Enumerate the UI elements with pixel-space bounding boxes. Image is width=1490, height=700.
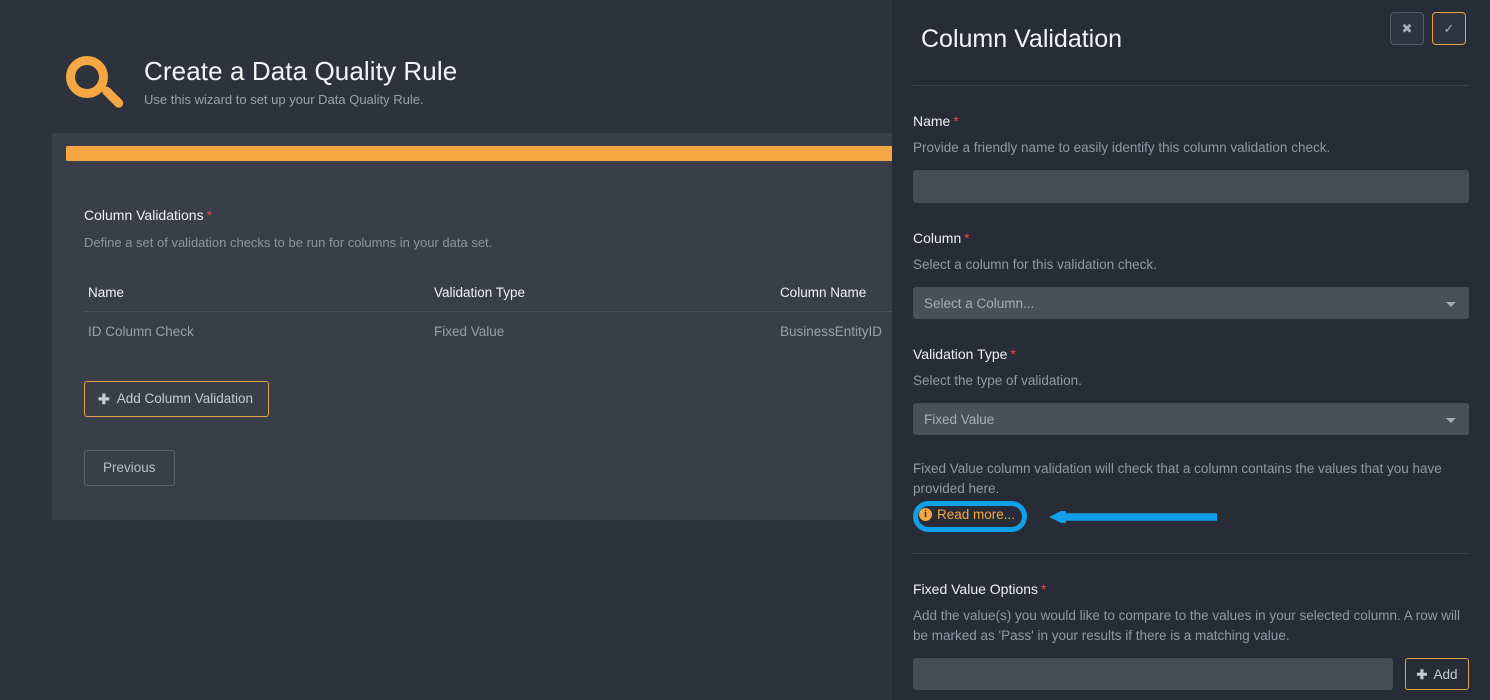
section-title: Column Validations * [84, 205, 892, 225]
fixed-value-add-row: ✚ Add [913, 658, 1469, 690]
field-group-fixed-value-options: Fixed Value Options * Add the value(s) yo… [913, 554, 1469, 690]
read-more-label: Read more... [937, 507, 1016, 522]
column-validations-table: Name Validation Type Column Name ID Colu… [84, 285, 892, 351]
column-label-text: Column [913, 230, 962, 246]
section-description: Define a set of validation checks to be … [84, 235, 493, 250]
panel-title: Column Validation [921, 25, 1123, 53]
annotation-arrow-icon [1049, 511, 1217, 523]
validation-type-help-text: Select the type of validation. [913, 373, 1082, 388]
page-subtitle: Use this wizard to set up your Data Qual… [144, 92, 424, 107]
column-validation-panel: Column Validation ✖ ✓ Name * Provide a fr… [892, 0, 1490, 700]
cell-type: Fixed Value [433, 324, 505, 339]
required-marker: * [206, 207, 213, 223]
fixed-value-options-label: Fixed Value Options * [913, 579, 1469, 599]
page-title: Create a Data Quality Rule [144, 56, 458, 86]
field-group-name: Name * Provide a friendly name to easily … [913, 86, 1469, 203]
check-icon[interactable]: ✓ [1432, 12, 1466, 45]
table-header-column: Column Name [775, 285, 892, 312]
app-root: Create a Data Quality Rule Use this wiza… [0, 0, 1490, 700]
table-row[interactable]: ID Column Check Fixed Value BusinessEnti… [84, 312, 892, 352]
wizard-progress-bar [66, 146, 892, 161]
column-select[interactable]: Select a Column... [913, 287, 1469, 319]
column-required-marker: * [964, 230, 970, 246]
name-help-text: Provide a friendly name to easily identi… [913, 140, 1331, 155]
table-header-row: Name Validation Type Column Name [84, 285, 892, 312]
panel-body: Name * Provide a friendly name to easily … [892, 86, 1490, 690]
name-label-text: Name [913, 113, 951, 129]
column-label: Column * [913, 228, 1469, 248]
fixed-value-options-label-text: Fixed Value Options [913, 581, 1039, 597]
info-circle-icon: i [919, 508, 932, 521]
field-group-column: Column * Select a column for this validat… [913, 203, 1469, 319]
wizard-card-body: Column Validations * Define a set of vali… [84, 205, 892, 486]
validation-type-description: Fixed Value column validation will check… [913, 461, 1442, 496]
fixed-value-options-help-text: Add the value(s) you would like to compa… [913, 608, 1461, 643]
add-column-validation-button[interactable]: ✚ Add Column Validation [84, 381, 270, 417]
plus-icon: ✚ [98, 390, 110, 407]
magnifier-icon [66, 56, 126, 114]
wizard-progress-track [66, 146, 892, 161]
validation-type-label-text: Validation Type [913, 346, 1008, 362]
name-label: Name * [913, 111, 1469, 131]
table-header-type: Validation Type [429, 285, 776, 312]
field-group-validation-type: Validation Type * Select the type of vali… [913, 319, 1469, 435]
add-fixed-value-label: Add [1433, 666, 1458, 682]
close-icon[interactable]: ✖ [1390, 12, 1424, 45]
validation-type-select[interactable]: Fixed Value [913, 403, 1469, 435]
name-required-marker: * [953, 113, 959, 129]
add-column-validation-label: Add Column Validation [116, 391, 254, 406]
plus-icon: ✚ [1416, 666, 1428, 682]
column-help-text: Select a column for this validation chec… [913, 257, 1157, 272]
wizard-header: Create a Data Quality Rule Use this wiza… [66, 52, 457, 114]
panel-header: Column Validation ✖ ✓ [892, 0, 1490, 85]
add-fixed-value-button[interactable]: ✚ Add [1405, 658, 1469, 690]
fixed-value-options-required-marker: * [1041, 581, 1047, 597]
validation-type-required-marker: * [1010, 346, 1016, 362]
wizard-pane: Create a Data Quality Rule Use this wiza… [0, 0, 892, 700]
read-more-link[interactable]: i Read more... [919, 507, 1015, 522]
cell-name: ID Column Check [88, 324, 194, 339]
wizard-card: Column Validations * Define a set of vali… [52, 133, 892, 520]
name-input[interactable] [913, 170, 1469, 203]
validation-type-label: Validation Type * [913, 344, 1469, 364]
section-title-text: Column Validations [84, 207, 204, 223]
table-header-name: Name [84, 285, 430, 312]
cell-column-name: BusinessEntityID [779, 324, 882, 339]
previous-button[interactable]: Previous [84, 450, 175, 486]
read-more-row: i Read more... [913, 501, 1469, 537]
panel-header-actions: ✖ ✓ [1390, 12, 1466, 45]
fixed-value-input[interactable] [913, 658, 1393, 690]
